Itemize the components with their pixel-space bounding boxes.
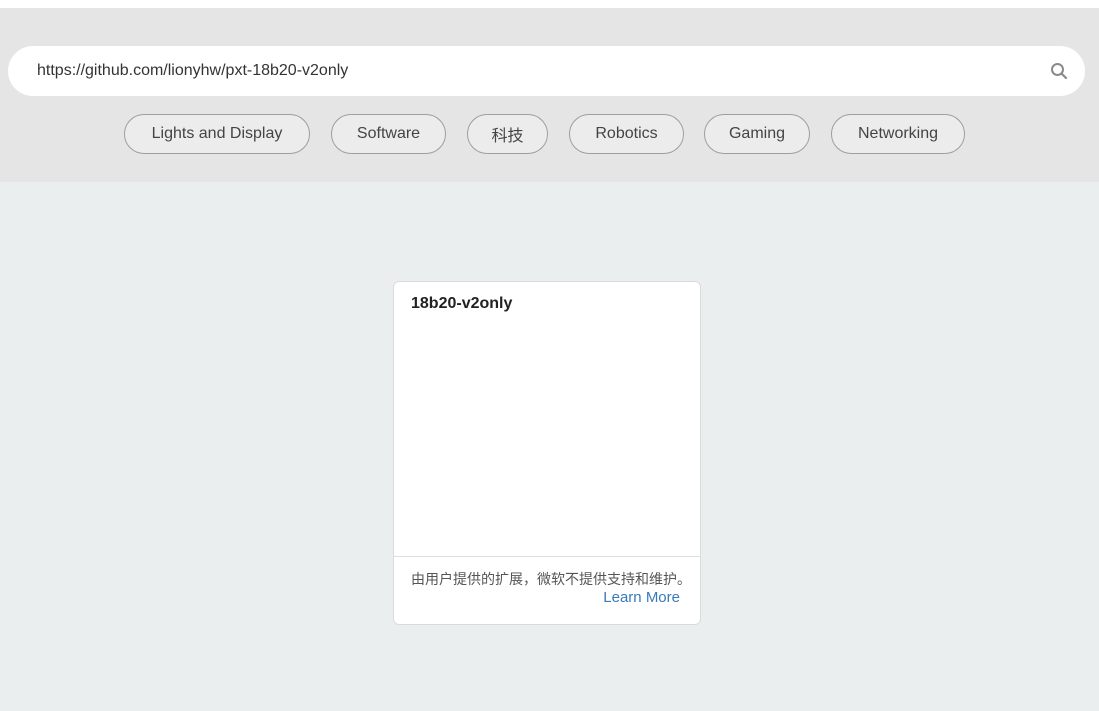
search-input[interactable]	[37, 56, 1017, 86]
category-chip-tech[interactable]: 科技	[467, 114, 548, 154]
search-bar	[8, 46, 1085, 96]
category-chip-software[interactable]: Software	[331, 114, 446, 154]
category-filters: Lights and Display Software 科技 Robotics …	[0, 114, 1099, 154]
extension-card-disclaimer: 由用户提供的扩展，微软不提供支持和维护。	[411, 571, 691, 587]
search-icon	[1051, 63, 1068, 80]
category-chip-gaming[interactable]: Gaming	[704, 114, 810, 154]
extension-card-title: 18b20-v2only	[411, 295, 513, 312]
extension-card-footer: 由用户提供的扩展，微软不提供支持和维护。 Learn More	[394, 556, 700, 624]
category-chip-networking[interactable]: Networking	[831, 114, 965, 154]
extensions-page: Lights and Display Software 科技 Robotics …	[0, 0, 1099, 711]
search-button[interactable]	[1047, 59, 1071, 83]
category-chip-robotics[interactable]: Robotics	[569, 114, 684, 154]
category-chip-lights-and-display[interactable]: Lights and Display	[124, 114, 310, 154]
learn-more-link[interactable]: Learn More	[603, 589, 680, 606]
extension-card[interactable]: 18b20-v2only 由用户提供的扩展，微软不提供支持和维护。 Learn …	[393, 281, 701, 625]
search-header: Lights and Display Software 科技 Robotics …	[0, 8, 1099, 182]
